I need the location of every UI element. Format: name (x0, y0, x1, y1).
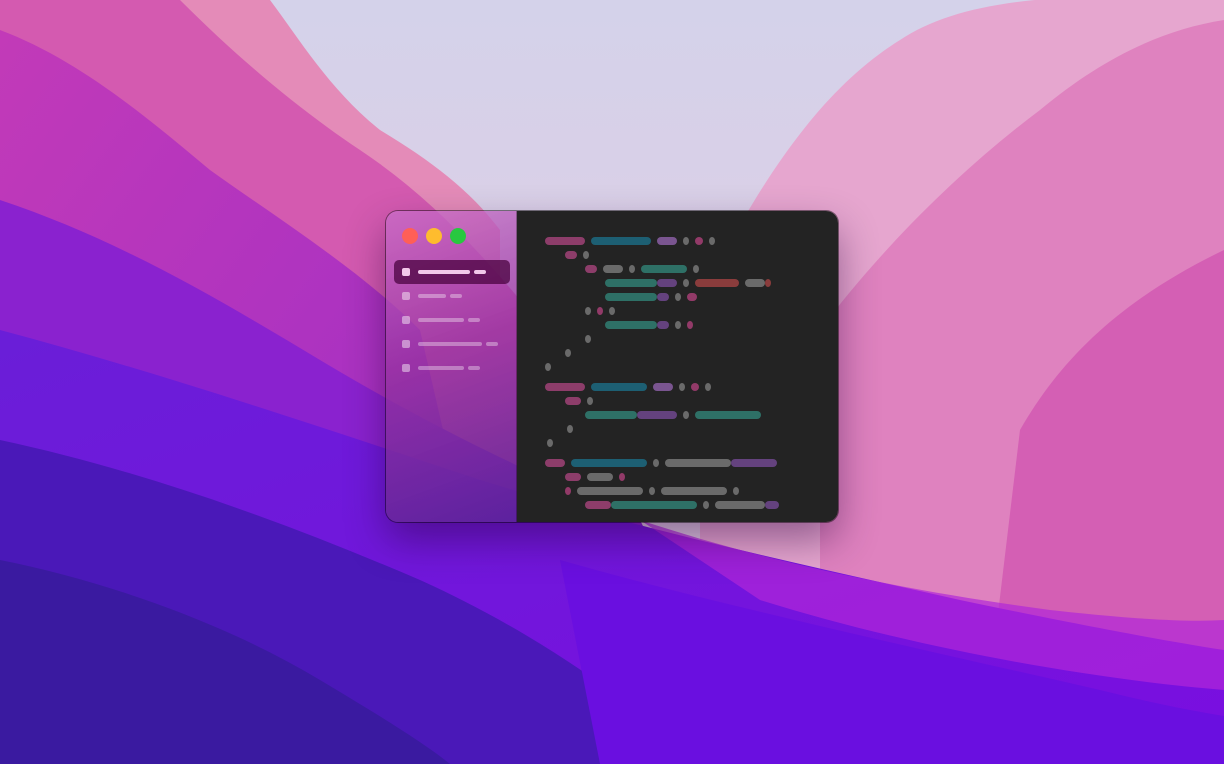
sidebar-item-detail (486, 342, 498, 346)
code-placeholder-lines (545, 237, 779, 509)
minimize-button[interactable] (426, 228, 442, 244)
code-token (691, 383, 699, 391)
sidebar-item-label (418, 270, 470, 274)
code-token (679, 383, 685, 391)
code-editor[interactable] (517, 211, 838, 522)
code-token (597, 307, 603, 315)
code-token (605, 279, 657, 287)
code-token (641, 265, 687, 273)
code-token (653, 459, 659, 467)
sidebar-item[interactable] (394, 308, 510, 332)
sidebar-item-label (418, 318, 464, 322)
file-icon (402, 316, 410, 324)
code-token (693, 265, 699, 273)
sidebar-item-label (418, 294, 446, 298)
sidebar-item[interactable] (394, 260, 510, 284)
code-token (585, 307, 591, 315)
code-token (657, 293, 669, 301)
code-token (731, 459, 777, 467)
code-token (687, 321, 693, 329)
code-token (695, 411, 761, 419)
code-token (587, 473, 613, 481)
code-token (565, 487, 571, 495)
code-token (585, 501, 611, 509)
code-token (649, 487, 655, 495)
code-token (629, 265, 635, 273)
code-token (545, 383, 585, 391)
code-token (605, 293, 657, 301)
code-token (657, 321, 669, 329)
code-token (637, 411, 677, 419)
editor-window (386, 211, 838, 522)
code-token (565, 473, 581, 481)
code-token (591, 383, 647, 391)
code-token (665, 459, 731, 467)
code-token (545, 459, 565, 467)
code-token (745, 279, 765, 287)
code-token (545, 363, 551, 371)
sidebar-item[interactable] (394, 356, 510, 380)
sidebar-item-detail (450, 294, 462, 298)
code-token (545, 237, 585, 245)
sidebar-item-label (418, 366, 464, 370)
code-token (583, 251, 589, 259)
code-token (619, 473, 625, 481)
code-token (585, 265, 597, 273)
code-token (571, 459, 647, 467)
close-button[interactable] (402, 228, 418, 244)
code-token (683, 411, 689, 419)
code-token (657, 237, 677, 245)
code-token (609, 307, 615, 315)
code-token (585, 335, 591, 343)
code-token (591, 237, 651, 245)
code-token (605, 321, 657, 329)
code-token (653, 383, 673, 391)
code-token (565, 349, 571, 357)
sidebar-item-detail (468, 366, 480, 370)
code-token (695, 279, 739, 287)
code-token (547, 439, 553, 447)
code-token (715, 501, 765, 509)
code-token (703, 501, 709, 509)
file-icon (402, 292, 410, 300)
code-token (709, 237, 715, 245)
file-icon (402, 340, 410, 348)
code-token (683, 279, 689, 287)
code-token (675, 293, 681, 301)
sidebar-item-label (418, 342, 482, 346)
code-token (765, 279, 771, 287)
code-token (695, 237, 703, 245)
sidebar-item[interactable] (394, 332, 510, 356)
code-token (577, 487, 643, 495)
code-token (587, 397, 593, 405)
code-token (565, 251, 577, 259)
code-token (765, 501, 779, 509)
code-token (661, 487, 727, 495)
code-token (567, 425, 573, 433)
code-token (687, 293, 697, 301)
code-token (565, 397, 581, 405)
code-token (733, 487, 739, 495)
code-token (683, 237, 689, 245)
file-icon (402, 268, 410, 276)
code-token (675, 321, 681, 329)
code-token (611, 501, 697, 509)
code-token (657, 279, 677, 287)
sidebar-item[interactable] (394, 284, 510, 308)
code-token (705, 383, 711, 391)
code-token (603, 265, 623, 273)
sidebar (386, 211, 517, 522)
file-icon (402, 364, 410, 372)
code-token (585, 411, 637, 419)
sidebar-item-detail (468, 318, 480, 322)
maximize-button[interactable] (450, 228, 466, 244)
sidebar-item-detail (474, 270, 486, 274)
